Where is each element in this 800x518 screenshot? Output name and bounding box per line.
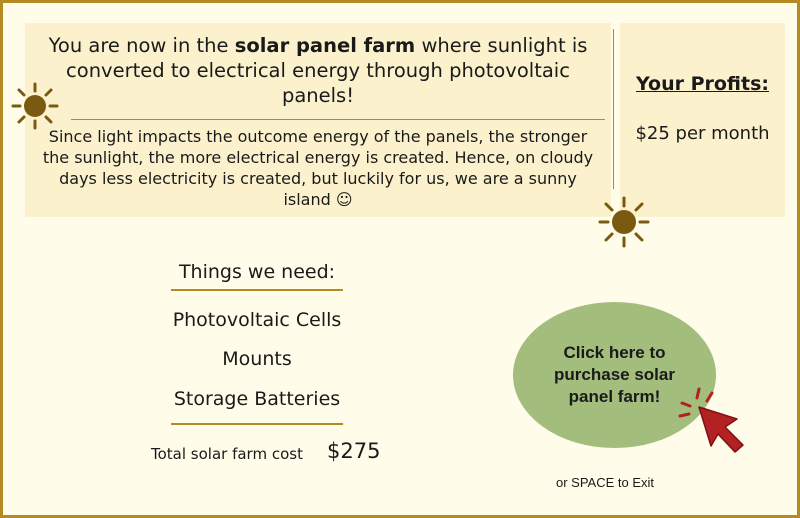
pointer-cursor-icon (678, 387, 744, 453)
intro-divider (71, 119, 605, 120)
sun-icon (598, 196, 650, 248)
need-item-storage-batteries: Storage Batteries (173, 388, 341, 410)
sun-icon (11, 82, 59, 130)
panel-divider (613, 29, 614, 189)
intro-highlight: solar panel farm (234, 34, 416, 57)
need-item-mounts: Mounts (222, 348, 292, 370)
intro-text: You are now in the solar panel farm wher… (35, 33, 601, 108)
cost-label: Total solar farm cost (151, 445, 303, 463)
exit-hint: or SPACE to Exit (556, 475, 655, 490)
profit-panel: Your Profits: $25 per month (620, 23, 785, 217)
needs-title: Things we need: (178, 261, 336, 283)
needs-top-line (171, 289, 343, 291)
profit-title: Your Profits: (636, 73, 769, 95)
need-item-photovoltaic-cells: Photovoltaic Cells (172, 309, 342, 331)
purchase-button-label: Click here to purchase solar panel farm! (554, 343, 675, 406)
detail-text: Since light impacts the outcome energy o… (42, 127, 594, 209)
cost-value: $275 (327, 439, 381, 463)
game-frame: You are now in the solar panel farm wher… (0, 0, 800, 518)
info-panel: You are now in the solar panel farm wher… (25, 23, 614, 217)
profit-value: $25 per month (635, 123, 770, 144)
needs-bottom-line (171, 423, 343, 425)
intro-prefix: You are now in the (48, 34, 235, 57)
